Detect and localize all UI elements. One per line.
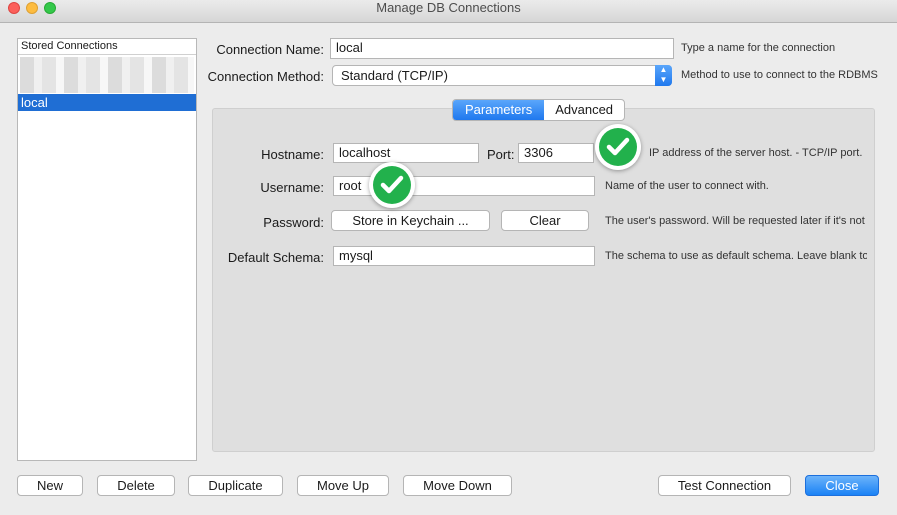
store-in-keychain-button[interactable]: Store in Keychain ... — [331, 210, 490, 231]
check-circle-icon — [369, 162, 415, 208]
password-hint: The user's password. Will be requested l… — [605, 215, 865, 227]
blurred-connection-entries — [20, 57, 194, 93]
stored-connections-header: Stored Connections — [18, 39, 196, 55]
connection-method-label: Connection Method: — [207, 69, 324, 84]
stored-connections-list[interactable]: Stored Connections local — [17, 38, 197, 461]
window-title: Manage DB Connections — [376, 0, 521, 15]
tab-parameters[interactable]: Parameters — [453, 100, 545, 120]
delete-connection-button[interactable]: Delete — [97, 475, 175, 496]
default-schema-hint: The schema to use as default schema. Lea… — [605, 250, 867, 262]
connection-name-input[interactable]: local — [330, 38, 674, 59]
username-hint: Name of the user to connect with. — [605, 180, 769, 192]
test-connection-button[interactable]: Test Connection — [658, 475, 791, 496]
hostname-input[interactable]: localhost — [333, 143, 479, 163]
port-input[interactable]: 3306 — [518, 143, 594, 163]
port-label: Port: — [487, 147, 515, 162]
clear-password-button[interactable]: Clear — [501, 210, 589, 231]
up-down-arrows-icon: ▲ ▼ — [655, 65, 672, 86]
username-label: Username: — [260, 180, 324, 195]
move-down-button[interactable]: Move Down — [403, 475, 512, 496]
hostname-hint: IP address of the server host. - TCP/IP … — [649, 147, 863, 159]
connection-item-local[interactable]: local — [18, 94, 196, 111]
connection-method-value: Standard (TCP/IP) — [341, 68, 448, 83]
connection-name-hint: Type a name for the connection — [681, 42, 836, 54]
new-connection-button[interactable]: New — [17, 475, 83, 496]
default-schema-input[interactable]: mysql — [333, 246, 595, 266]
connection-method-hint: Method to use to connect to the RDBMS — [681, 69, 878, 81]
title-bar: Manage DB Connections — [0, 0, 897, 23]
hostname-label: Hostname: — [261, 147, 324, 162]
connection-name-label: Connection Name: — [216, 42, 324, 57]
duplicate-connection-button[interactable]: Duplicate — [188, 475, 283, 496]
close-button[interactable]: Close — [805, 475, 879, 496]
default-schema-label: Default Schema: — [227, 250, 324, 265]
tab-bar: Parameters Advanced — [452, 99, 626, 121]
password-label: Password: — [263, 215, 324, 230]
connection-method-select[interactable]: Standard (TCP/IP) ▲ ▼ — [332, 65, 672, 86]
move-up-button[interactable]: Move Up — [297, 475, 389, 496]
tab-advanced[interactable]: Advanced — [544, 100, 624, 120]
check-circle-icon — [595, 124, 641, 170]
